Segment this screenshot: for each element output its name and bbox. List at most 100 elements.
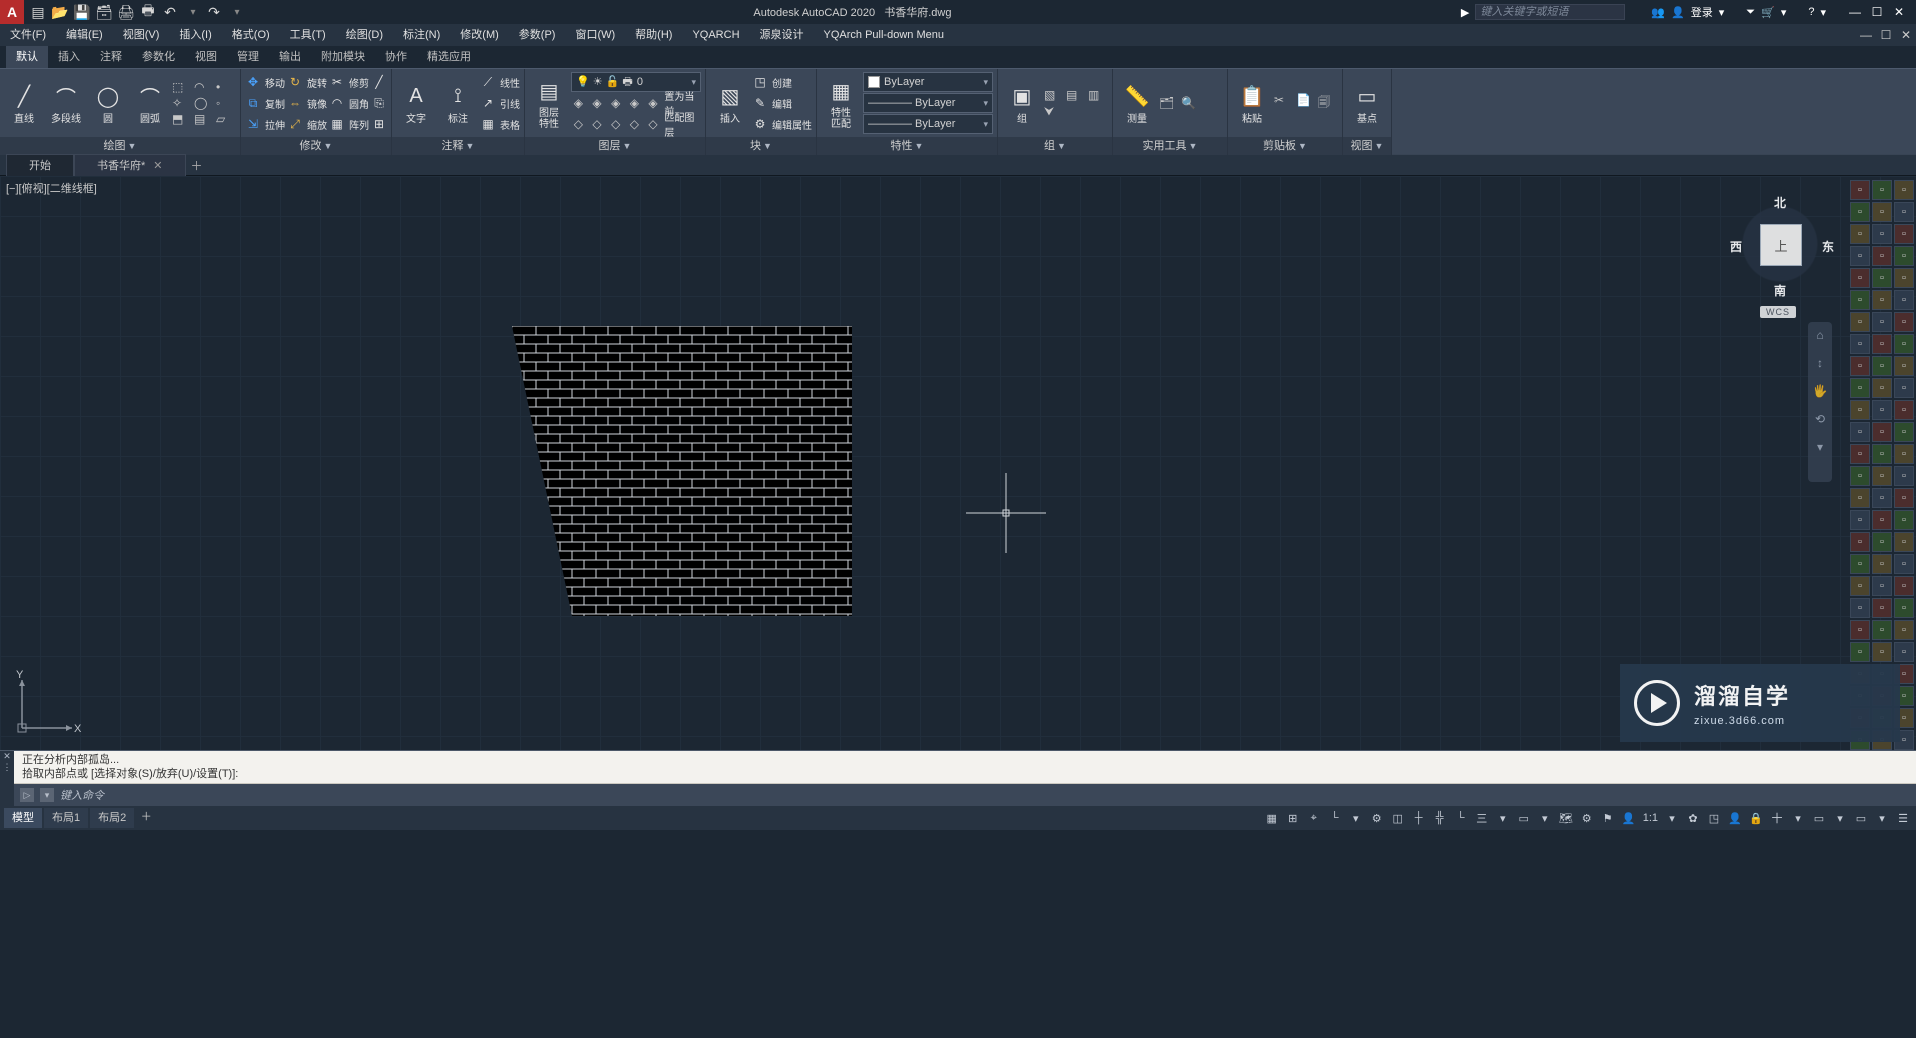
ribbon-tab[interactable]: 管理 <box>227 46 269 68</box>
ribbon-small-icon[interactable]: 🔍 <box>1181 96 1201 110</box>
palette-tool-icon[interactable]: ▫ <box>1894 488 1914 508</box>
menu-item[interactable]: 窗口(W) <box>565 24 625 46</box>
property-selector[interactable]: ———— ByLayer▾ <box>863 114 993 134</box>
ribbon-small-icon[interactable]: ▧ <box>1044 88 1064 102</box>
ribbon-small-button[interactable]: ◠圆角 <box>329 93 369 113</box>
status-toggle-icon[interactable]: ⚙ <box>1578 809 1596 827</box>
palette-tool-icon[interactable]: ▫ <box>1872 334 1892 354</box>
ribbon-small-icon[interactable]: ◠ <box>194 80 214 94</box>
palette-tool-icon[interactable]: ▫ <box>1850 488 1870 508</box>
layout-tab-add-icon[interactable]: ＋ <box>136 808 156 828</box>
chevron-down-icon[interactable]: ▼ <box>1298 137 1307 155</box>
qat-undo-dropdown-icon[interactable]: ▾ <box>184 4 200 20</box>
palette-tool-icon[interactable]: ▫ <box>1872 598 1892 618</box>
ribbon-small-button[interactable]: ╱ <box>371 72 387 92</box>
ribbon-small-icon[interactable]: ⮟ <box>1044 104 1064 119</box>
palette-tool-icon[interactable]: ▫ <box>1850 180 1870 200</box>
palette-tool-icon[interactable]: ▫ <box>1894 576 1914 596</box>
palette-tool-icon[interactable]: ▫ <box>1894 334 1914 354</box>
ribbon-small-icon[interactable]: ✂ <box>1274 93 1294 114</box>
menu-item[interactable]: 绘图(D) <box>336 24 393 46</box>
layer-tool-icon[interactable]: ◈ <box>571 95 586 111</box>
palette-tool-icon[interactable]: ▫ <box>1850 290 1870 310</box>
file-tab-add-icon[interactable]: ＋ <box>186 157 208 174</box>
ribbon-small-icon[interactable]: 🗐 <box>1318 93 1338 114</box>
file-tab-close-icon[interactable]: ✕ <box>153 155 162 177</box>
ribbon-tab[interactable]: 注释 <box>90 46 132 68</box>
palette-tool-icon[interactable]: ▫ <box>1850 224 1870 244</box>
status-toggle-icon[interactable]: ✿ <box>1684 809 1702 827</box>
status-toggle-icon[interactable]: 🗺 <box>1557 809 1575 827</box>
doc-maximize-icon[interactable]: ☐ <box>1876 28 1896 42</box>
chevron-down-icon[interactable]: ▼ <box>466 137 475 155</box>
palette-tool-icon[interactable]: ▫ <box>1872 290 1892 310</box>
viewcube-east-label[interactable]: 东 <box>1822 238 1834 255</box>
menu-item[interactable]: 文件(F) <box>0 24 56 46</box>
status-toggle-icon[interactable]: ╬ <box>1431 809 1449 827</box>
status-toggle-icon[interactable]: ▾ <box>1789 809 1807 827</box>
chevron-down-icon[interactable]: ▾ <box>983 77 988 88</box>
ribbon-panel-title[interactable]: 修改 ▼ <box>241 137 391 155</box>
navigation-bar[interactable]: ⌂↕🖐⟲▾ <box>1808 322 1832 482</box>
palette-tool-icon[interactable]: ▫ <box>1872 532 1892 552</box>
app-logo[interactable]: A <box>0 0 24 24</box>
ribbon-tab[interactable]: 默认 <box>6 46 48 68</box>
palette-tool-icon[interactable]: ▫ <box>1850 444 1870 464</box>
palette-tool-icon[interactable]: ▫ <box>1850 312 1870 332</box>
nav-tool-icon[interactable]: ⟲ <box>1812 412 1828 428</box>
palette-tool-icon[interactable]: ▫ <box>1850 268 1870 288</box>
ribbon-small-icon[interactable]: 🗂 <box>1159 96 1179 110</box>
status-toggle-icon[interactable]: ▭ <box>1810 809 1828 827</box>
viewcube[interactable]: 北 南 西 东 上 WCS <box>1726 190 1834 320</box>
viewcube-top-face[interactable]: 上 <box>1760 224 1802 266</box>
command-expand-icon[interactable]: ▾ <box>40 788 54 802</box>
ribbon-small-button[interactable]: ⧉复制 <box>245 93 285 113</box>
palette-tool-icon[interactable]: ▫ <box>1850 532 1870 552</box>
layout-tab-layout2[interactable]: 布局2 <box>90 808 134 828</box>
status-toggle-icon[interactable]: 1:1 <box>1641 809 1660 827</box>
palette-tool-icon[interactable]: ▫ <box>1850 202 1870 222</box>
command-window-close-icon[interactable]: ✕ <box>0 751 14 762</box>
status-toggle-icon[interactable]: ⌖ <box>1305 809 1323 827</box>
palette-tool-icon[interactable]: ▫ <box>1850 576 1870 596</box>
cart-icon[interactable]: 🛒 <box>1761 6 1775 19</box>
menu-item[interactable]: 帮助(H) <box>625 24 682 46</box>
ribbon-big-button[interactable]: 📏测量 <box>1117 73 1157 133</box>
menu-item[interactable]: YQARCH <box>682 24 749 46</box>
layer-tool-icon[interactable]: ◇ <box>627 116 642 132</box>
ribbon-panel-title[interactable]: 特性 ▼ <box>817 137 997 155</box>
chevron-down-icon[interactable]: ▼ <box>915 137 924 155</box>
ribbon-big-button[interactable]: ▦特性匹配 <box>821 73 861 133</box>
ribbon-small-icon[interactable]: 📄 <box>1296 93 1316 114</box>
palette-tool-icon[interactable]: ▫ <box>1872 312 1892 332</box>
login-icon[interactable]: 👤 <box>1671 6 1685 19</box>
palette-tool-icon[interactable]: ▫ <box>1894 554 1914 574</box>
ribbon-small-button[interactable]: ⤢缩放 <box>287 114 327 134</box>
palette-tool-icon[interactable]: ▫ <box>1894 532 1914 552</box>
ribbon-panel-title[interactable]: 绘图 ▼ <box>0 137 240 155</box>
qat-print-icon[interactable]: 🖶 <box>140 4 156 20</box>
palette-tool-icon[interactable]: ▫ <box>1872 488 1892 508</box>
layer-tool-icon[interactable]: ◇ <box>608 116 623 132</box>
palette-tool-icon[interactable]: ▫ <box>1872 642 1892 662</box>
ribbon-small-button[interactable]: ✎编辑 <box>752 93 812 113</box>
layer-tool-icon[interactable]: ◈ <box>608 95 623 111</box>
exchange-icon[interactable]: ⏷ <box>1746 6 1755 19</box>
ribbon-small-button[interactable]: ⎘ <box>371 93 387 113</box>
status-toggle-icon[interactable]: ▾ <box>1873 809 1891 827</box>
status-toggle-icon[interactable]: ▦ <box>1263 809 1281 827</box>
layer-tool-icon[interactable]: ◇ <box>590 116 605 132</box>
palette-tool-icon[interactable]: ▫ <box>1872 620 1892 640</box>
layer-tool-icon[interactable]: ◈ <box>590 95 605 111</box>
chevron-down-icon[interactable]: ▼ <box>623 137 632 155</box>
status-toggle-icon[interactable]: ▭ <box>1852 809 1870 827</box>
palette-tool-icon[interactable]: ▫ <box>1872 224 1892 244</box>
ribbon-small-icon[interactable]: ⬒ <box>172 112 192 126</box>
qat-saveall-icon[interactable]: 🗃 <box>96 4 112 20</box>
search-play-icon[interactable]: ▶ <box>1461 6 1469 19</box>
chevron-down-icon[interactable]: ▼ <box>1057 137 1066 155</box>
viewcube-wcs-label[interactable]: WCS <box>1760 306 1796 318</box>
window-maximize-icon[interactable]: ☐ <box>1868 5 1886 19</box>
status-toggle-icon[interactable]: ┼ <box>1410 809 1428 827</box>
menu-item[interactable]: 编辑(E) <box>56 24 113 46</box>
